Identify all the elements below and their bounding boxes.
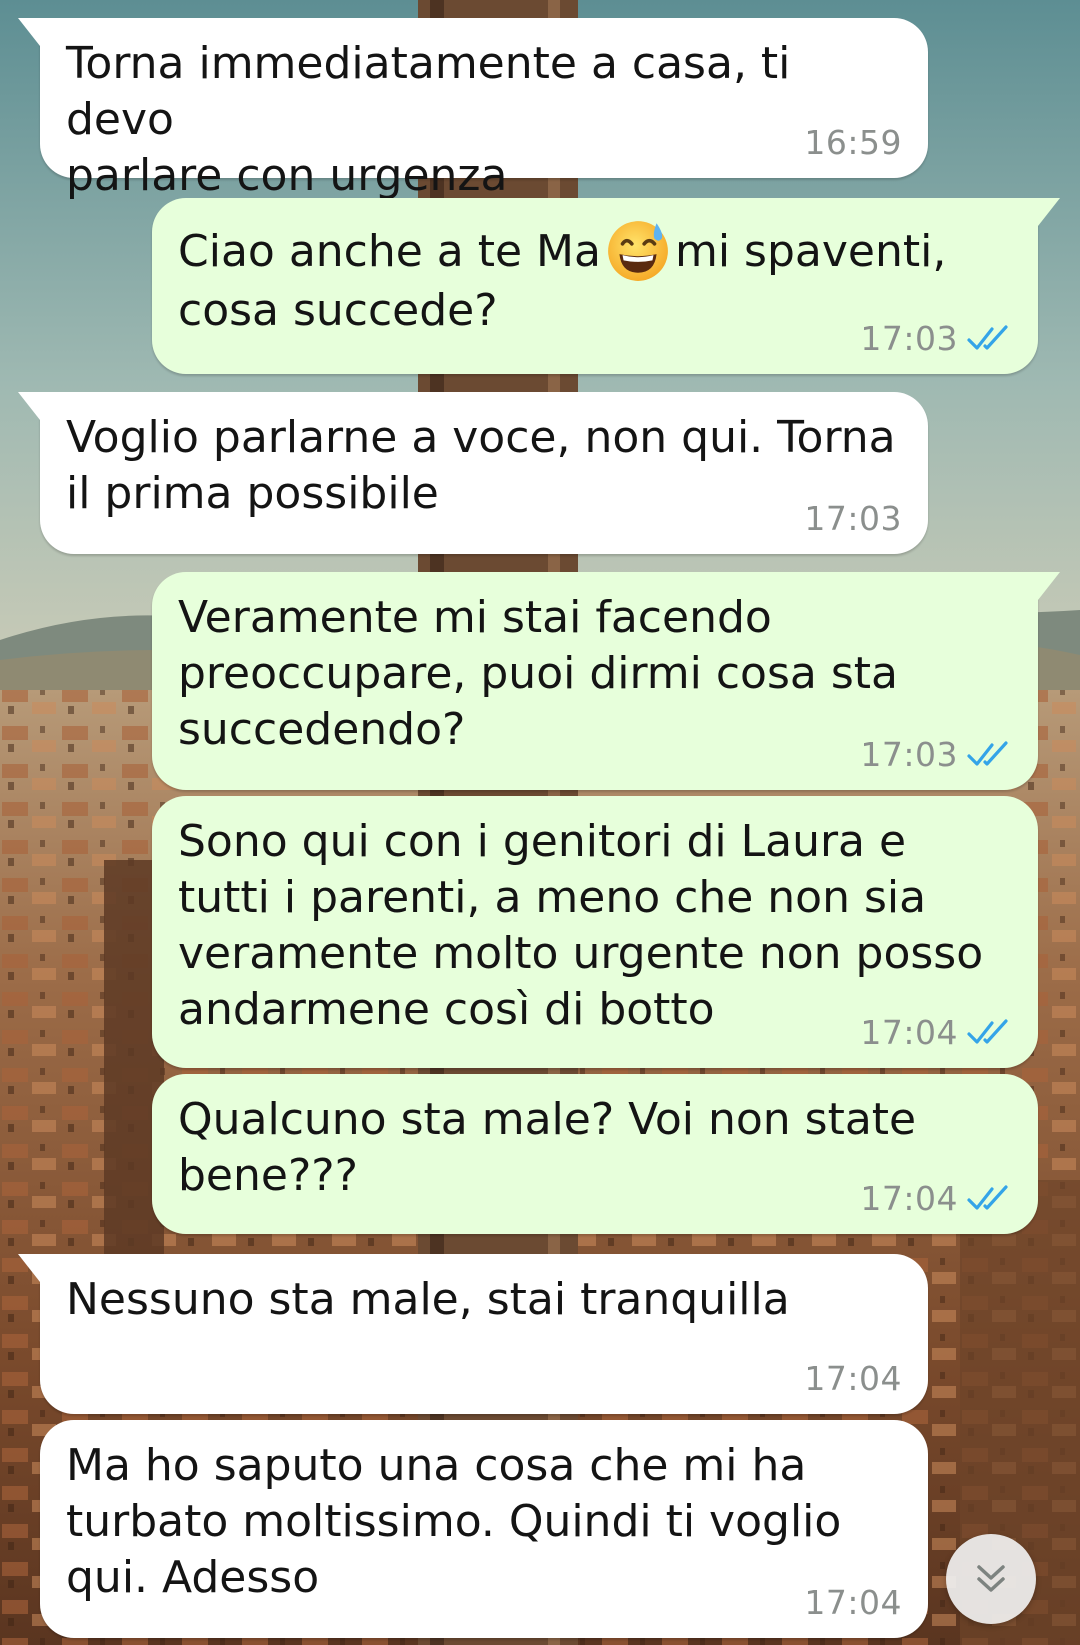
message-time: 17:04 [860,1013,958,1052]
message-text: Nessuno sta male, stai tranquilla [66,1274,790,1325]
bubble-tail [1038,198,1060,226]
outgoing-message[interactable]: Veramente mi stai facendo preoccupare, p… [152,572,1060,790]
outgoing-message[interactable]: Ciao anche a te Ma mi spaventi, cosa suc… [152,198,1060,374]
grinning-face-with-sweat-emoji-icon [608,221,668,281]
scroll-to-bottom-button[interactable] [946,1534,1036,1624]
message-text-part: Ciao anche a te Ma [178,226,601,277]
outgoing-message[interactable]: Sono qui con i genitori di Laura e tutti… [152,796,1038,1068]
message-meta: 17:04 [804,1359,902,1398]
message-time: 17:04 [860,1179,958,1218]
read-receipt-icon [967,740,1008,766]
message-time: 16:59 [804,123,902,162]
read-receipt-icon [967,324,1008,350]
outgoing-message[interactable]: Qualcuno sta male? Voi non state bene???… [152,1074,1038,1234]
incoming-message[interactable]: Ma ho saputo una cosa che mi ha turbato … [40,1420,928,1638]
message-meta: 17:04 [860,1013,1012,1052]
message-time: 17:04 [804,1583,902,1622]
double-chevron-down-icon [977,1565,1005,1592]
message-meta: 16:59 [804,123,902,162]
read-receipt-icon [967,1018,1008,1044]
message-meta: 17:03 [860,319,1012,358]
message-text: Sono qui con i genitori di Laura e tutti… [178,816,984,1035]
incoming-message[interactable]: Torna immediatamente a casa, ti devo par… [18,18,928,201]
message-text: Veramente mi stai facendo preoccupare, p… [178,592,898,755]
message-meta: 17:04 [860,1179,1012,1218]
message-list[interactable]: Torna immediatamente a casa, ti devo par… [0,0,1080,1645]
bubble-tail [18,18,40,46]
message-time: 17:04 [804,1359,902,1398]
incoming-message[interactable]: Nessuno sta male, stai tranquilla 17:04 [18,1254,928,1414]
message-time: 17:03 [804,499,902,538]
bubble-tail [18,1254,40,1282]
read-receipt-icon [967,1184,1008,1210]
bubble-tail [1038,572,1060,600]
message-text: Voglio parlarne a voce, non qui. Torna i… [66,412,896,519]
message-text: Ma ho saputo una cosa che mi ha turbato … [66,1440,842,1603]
message-time: 17:03 [860,735,958,774]
message-meta: 17:03 [804,499,902,538]
incoming-message[interactable]: Voglio parlarne a voce, non qui. Torna i… [18,392,928,554]
message-time: 17:03 [860,319,958,358]
message-text: Torna immediatamente a casa, ti devo par… [66,38,791,201]
message-meta: 17:03 [860,735,1012,774]
bubble-tail [18,392,40,420]
message-meta: 17:04 [804,1583,902,1622]
